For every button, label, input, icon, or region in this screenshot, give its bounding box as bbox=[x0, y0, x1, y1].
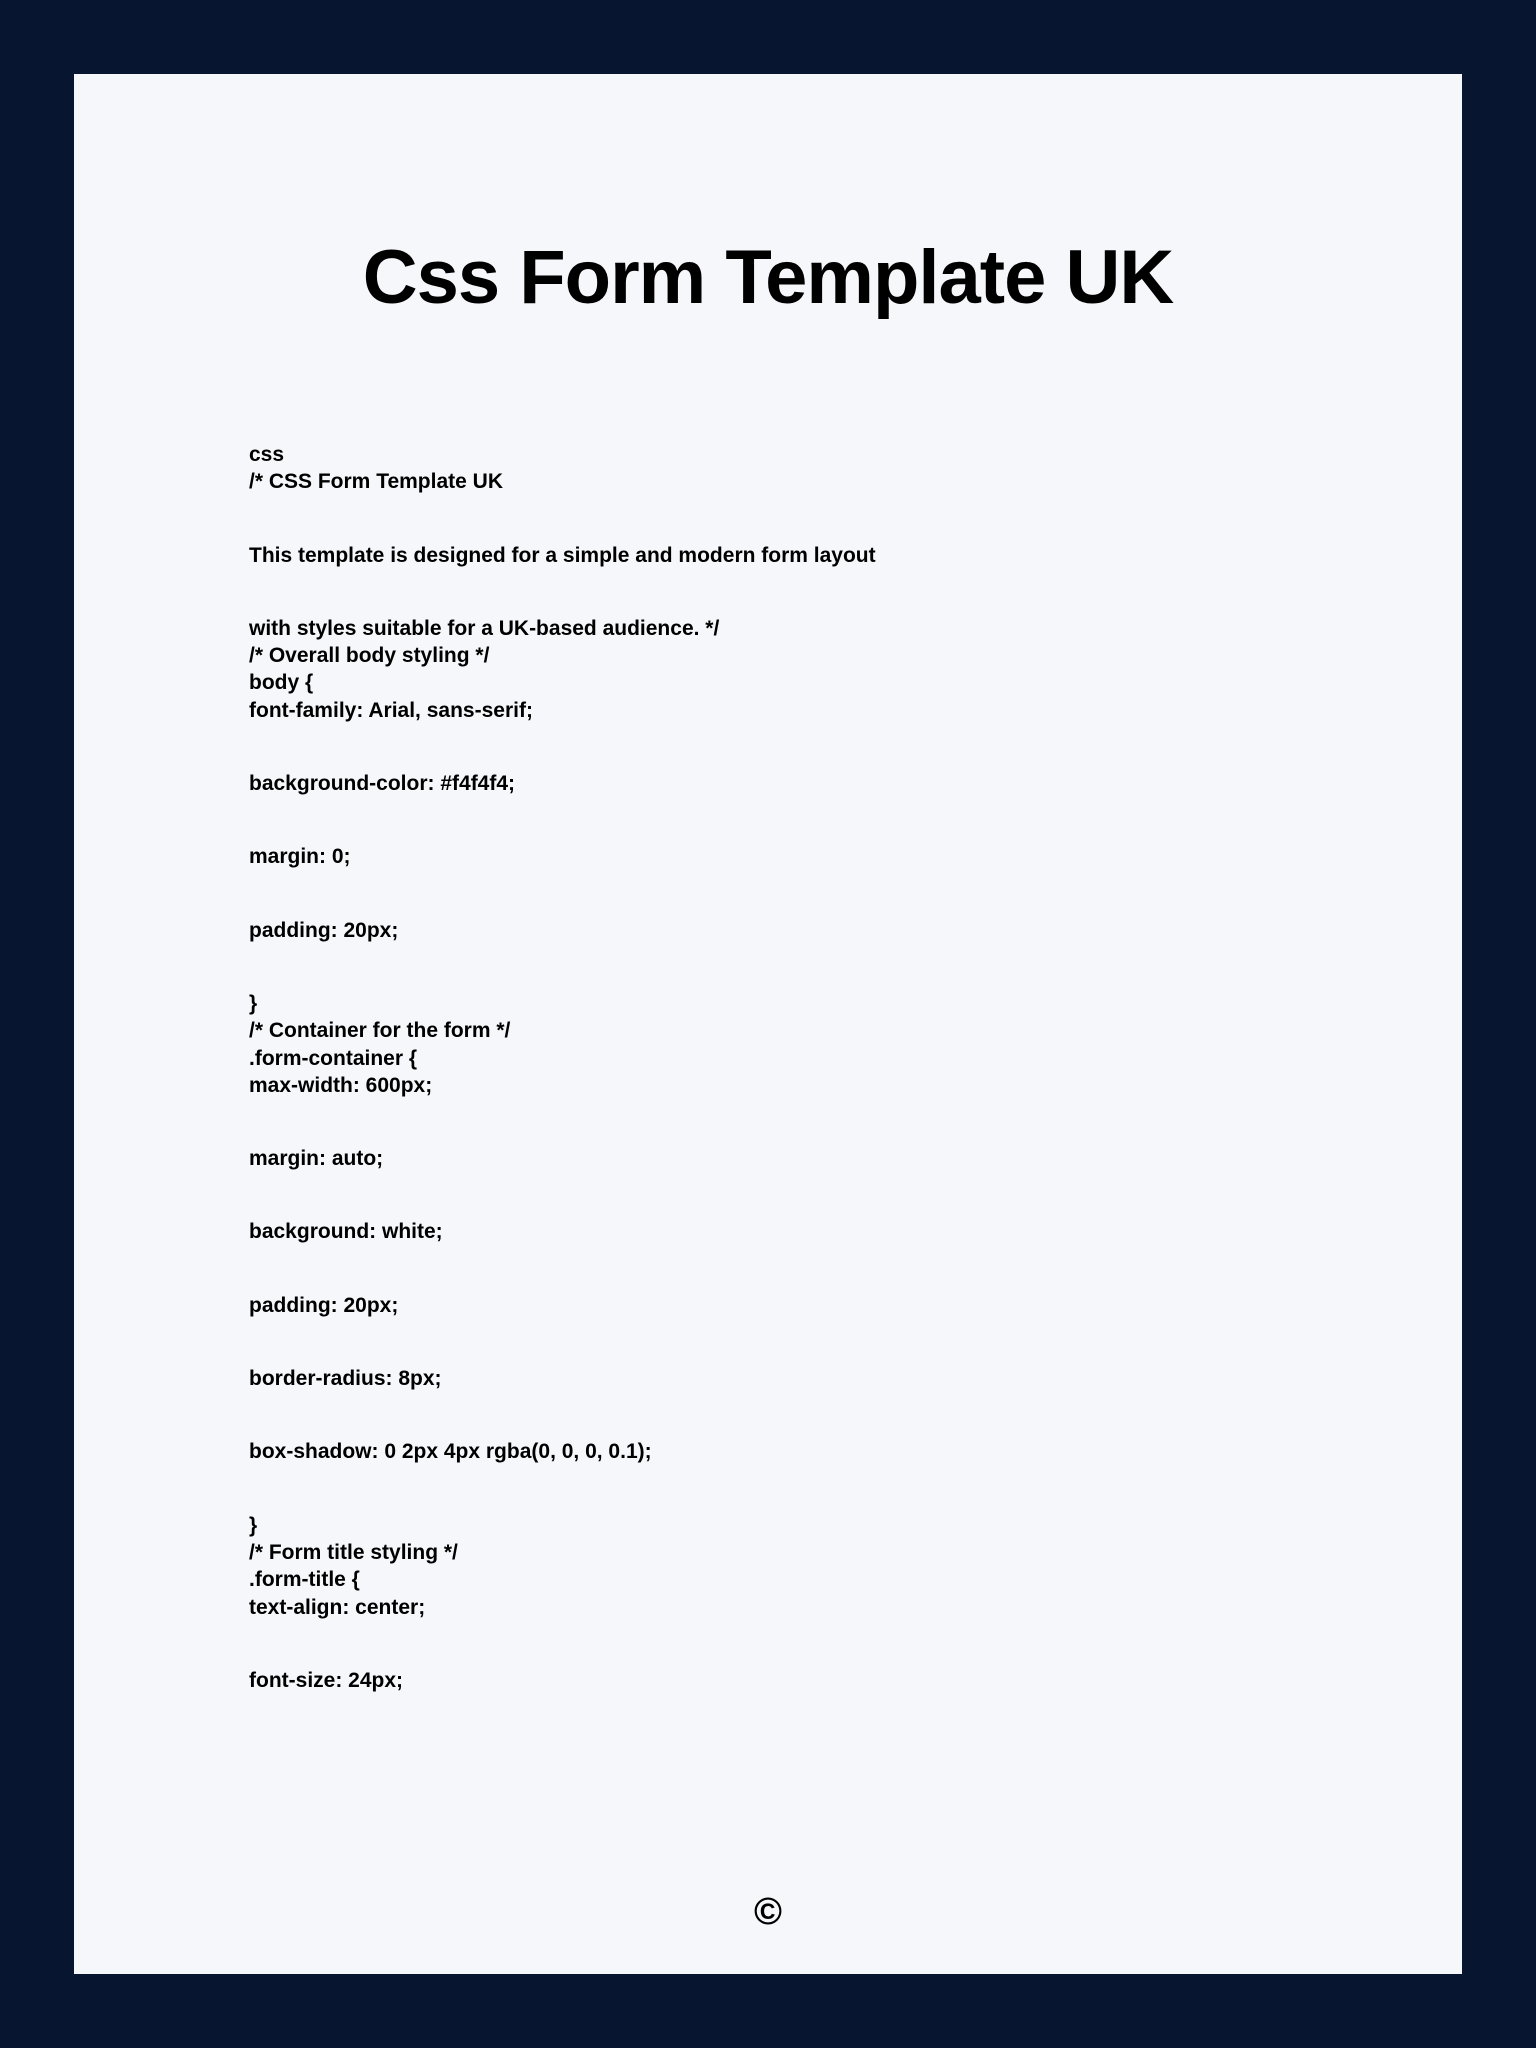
code-line: body { bbox=[249, 669, 1287, 696]
code-line: background-color: #f4f4f4; bbox=[249, 770, 1287, 797]
code-line: font-size: 24px; bbox=[249, 1667, 1287, 1694]
code-line: .form-title { bbox=[249, 1566, 1287, 1593]
code-line: border-radius: 8px; bbox=[249, 1365, 1287, 1392]
code-line: } bbox=[249, 1512, 1287, 1539]
code-line: font-family: Arial, sans-serif; bbox=[249, 697, 1287, 724]
document-page: Css Form Template UK css/* CSS Form Temp… bbox=[74, 74, 1462, 1974]
code-line: margin: 0; bbox=[249, 843, 1287, 870]
code-line: .form-container { bbox=[249, 1045, 1287, 1072]
code-line: box-shadow: 0 2px 4px rgba(0, 0, 0, 0.1)… bbox=[249, 1438, 1287, 1465]
code-line: padding: 20px; bbox=[249, 917, 1287, 944]
code-line: css bbox=[249, 441, 1287, 468]
code-line: background: white; bbox=[249, 1218, 1287, 1245]
code-line: margin: auto; bbox=[249, 1145, 1287, 1172]
code-line: /* CSS Form Template UK bbox=[249, 468, 1287, 495]
code-line: max-width: 600px; bbox=[249, 1072, 1287, 1099]
copyright-symbol: © bbox=[754, 1891, 782, 1934]
code-line: padding: 20px; bbox=[249, 1292, 1287, 1319]
code-line: /* Overall body styling */ bbox=[249, 642, 1287, 669]
code-line: /* Form title styling */ bbox=[249, 1539, 1287, 1566]
code-line: This template is designed for a simple a… bbox=[249, 542, 1287, 569]
page-title: Css Form Template UK bbox=[74, 234, 1462, 321]
code-line: with styles suitable for a UK-based audi… bbox=[249, 615, 1287, 642]
code-line: /* Container for the form */ bbox=[249, 1017, 1287, 1044]
content-area: css/* CSS Form Template UK This template … bbox=[74, 441, 1462, 1694]
code-line: } bbox=[249, 990, 1287, 1017]
code-line: text-align: center; bbox=[249, 1594, 1287, 1621]
